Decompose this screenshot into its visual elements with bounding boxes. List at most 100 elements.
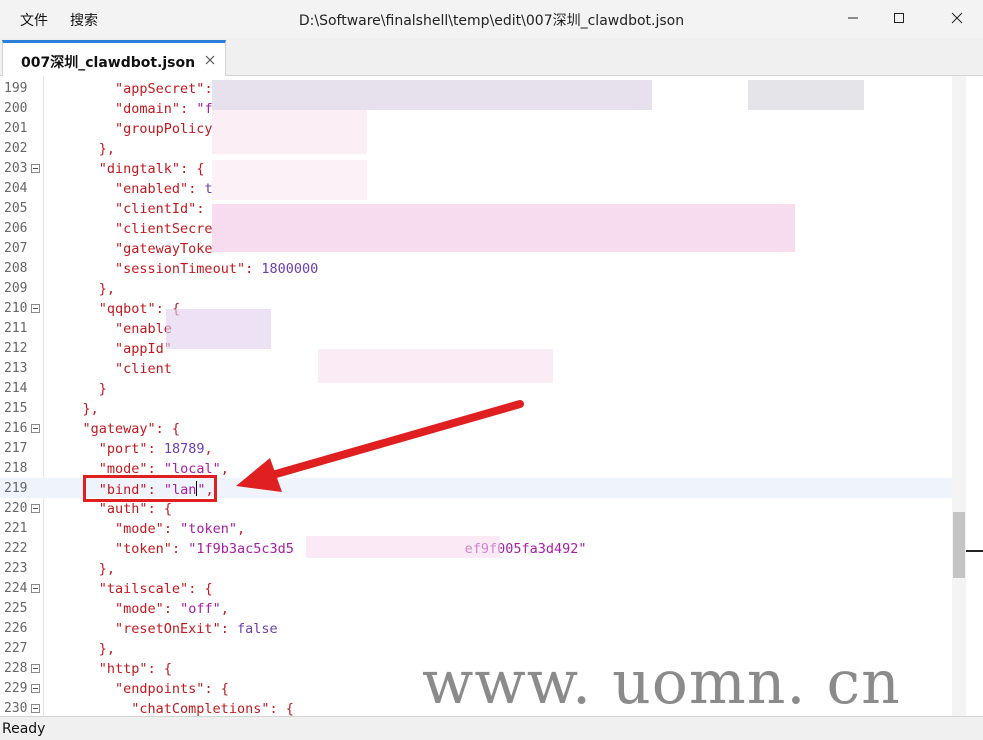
tab-file[interactable]: 007深圳_clawdbot.json (2, 40, 226, 76)
line-number: 230 (4, 701, 28, 716)
code-text: }, (98, 561, 116, 577)
line-number: 217 (4, 441, 28, 456)
code-text: } (98, 381, 107, 397)
line-number: 199 (4, 81, 28, 96)
line-number: 219 (4, 481, 28, 496)
code-text: "auth": { (98, 501, 172, 517)
line-number: 203 (4, 161, 28, 176)
watermark-text: www. uomn. cn (422, 648, 901, 718)
code-text: }, (82, 401, 99, 417)
code-editor[interactable]: 199 "appSecret": 200 "domain": "f 201 "gr… (0, 76, 966, 716)
title-bar: 文件 搜索 D:\Software\finalshell\temp\edit\0… (0, 0, 983, 38)
code-text: "qqbot": { (98, 301, 180, 317)
fold-minus-icon[interactable] (31, 424, 40, 433)
line-number: 224 (4, 581, 28, 596)
vertical-scrollbar[interactable] (952, 76, 966, 716)
code-line[interactable]: 225 "mode": "off", (0, 598, 952, 618)
code-text: "http": { (98, 661, 172, 677)
code-text: "clientSecre (115, 221, 213, 237)
code-text: "mode": "token", (115, 521, 246, 537)
privacy-blur (306, 536, 500, 558)
line-number: 209 (4, 281, 28, 296)
code-line[interactable]: 215 }, (0, 398, 952, 418)
minimize-button[interactable] (830, 0, 876, 36)
line-number: 202 (4, 141, 28, 156)
annotation-highlight-box (83, 475, 217, 502)
line-number: 221 (4, 521, 28, 536)
code-text: }, (98, 641, 116, 657)
tab-close-icon[interactable] (205, 55, 215, 65)
fold-minus-icon[interactable] (31, 684, 40, 693)
code-text: "enabled": t (115, 181, 213, 197)
code-line[interactable]: 223 }, (0, 558, 952, 578)
privacy-blur (318, 349, 553, 383)
code-line[interactable]: 201 "groupPolicy (0, 118, 952, 138)
privacy-blur (212, 80, 652, 110)
code-line[interactable]: 202 }, (0, 138, 952, 158)
code-text: "groupPolicy (115, 121, 213, 137)
code-text: "enable (115, 321, 172, 337)
fold-minus-icon[interactable] (31, 504, 40, 513)
code-line[interactable]: 224 "tailscale": { (0, 578, 952, 598)
line-number: 205 (4, 201, 28, 216)
fold-minus-icon[interactable] (31, 164, 40, 173)
line-number: 206 (4, 221, 28, 236)
line-number: 227 (4, 641, 28, 656)
code-text: "sessionTimeout": 1800000 (115, 261, 319, 277)
fold-minus-icon[interactable] (31, 664, 40, 673)
line-number: 208 (4, 261, 28, 276)
fold-minus-icon[interactable] (31, 304, 40, 313)
split-handle[interactable] (966, 550, 983, 552)
code-text: "clientId": (115, 201, 205, 217)
line-number: 216 (4, 421, 28, 436)
code-line[interactable]: 221 "mode": "token", (0, 518, 952, 538)
code-text: "tailscale": { (98, 581, 213, 597)
privacy-blur (212, 110, 367, 154)
code-text: }, (98, 281, 116, 297)
scrollbar-thumb[interactable] (953, 512, 965, 578)
maximize-button[interactable] (876, 0, 922, 36)
fold-minus-icon[interactable] (31, 704, 40, 713)
line-number: 200 (4, 101, 28, 116)
line-number: 207 (4, 241, 28, 256)
tab-label: 007深圳_clawdbot.json (21, 55, 196, 71)
privacy-blur (212, 160, 367, 200)
code-line[interactable]: 210 "qqbot": { (0, 298, 952, 318)
code-text: "gatewayToke (115, 241, 213, 257)
line-number: 211 (4, 321, 28, 336)
code-line[interactable]: 211 "enable (0, 318, 952, 338)
code-line[interactable]: 216 "gateway": { (0, 418, 952, 438)
code-line[interactable]: 204 "enabled": t (0, 178, 952, 198)
line-number: 220 (4, 501, 28, 516)
code-text: "domain": "f (115, 101, 213, 117)
maximize-icon (894, 13, 904, 23)
code-text: "dingtalk": { (98, 161, 205, 177)
code-text: "resetOnExit": false (115, 621, 278, 637)
line-number: 225 (4, 601, 28, 616)
code-text: "chatCompletions": { (131, 701, 294, 716)
close-button[interactable] (934, 0, 980, 36)
status-bar: Ready (0, 716, 983, 740)
line-number: 204 (4, 181, 28, 196)
line-number: 212 (4, 341, 28, 356)
privacy-blur (212, 204, 795, 252)
code-line[interactable]: 209 }, (0, 278, 952, 298)
line-number: 214 (4, 381, 28, 396)
privacy-blur (166, 309, 271, 349)
status-text: Ready (2, 721, 46, 737)
line-number: 229 (4, 681, 28, 696)
line-number: 210 (4, 301, 28, 316)
code-line[interactable]: 217 "port": 18789, (0, 438, 952, 458)
code-line[interactable]: 208 "sessionTimeout": 1800000 (0, 258, 952, 278)
code-text: "appId" (115, 341, 172, 357)
line-number: 215 (4, 401, 28, 416)
code-text: "port": 18789, (98, 441, 213, 457)
code-line[interactable]: 226 "resetOnExit": false (0, 618, 952, 638)
code-text: }, (98, 141, 116, 157)
code-text: "client (115, 361, 172, 377)
line-number: 218 (4, 461, 28, 476)
fold-minus-icon[interactable] (31, 584, 40, 593)
line-number: 213 (4, 361, 28, 376)
code-line[interactable]: 203 "dingtalk": { (0, 158, 952, 178)
line-number: 223 (4, 561, 28, 576)
